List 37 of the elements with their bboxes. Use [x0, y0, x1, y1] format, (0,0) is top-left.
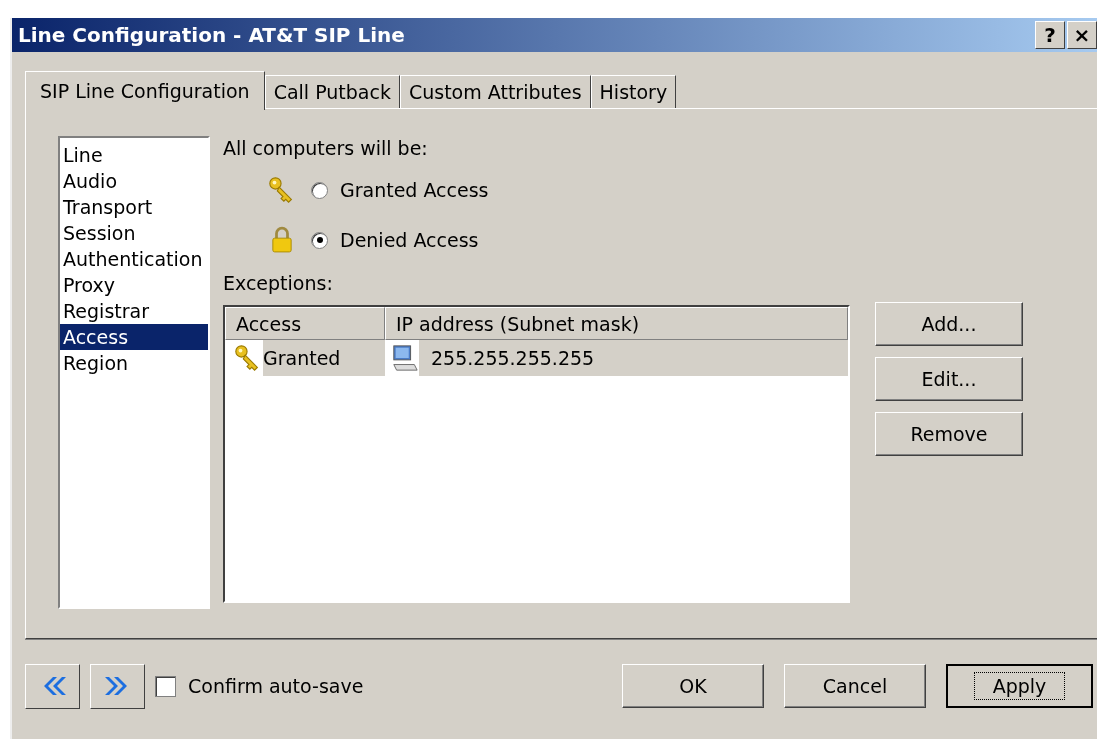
next-button[interactable]	[90, 663, 145, 709]
tab[interactable]: History	[590, 75, 677, 108]
list-item[interactable]: Transport	[60, 194, 208, 220]
close-button[interactable]: ×	[1067, 21, 1097, 49]
dialog-button[interactable]: Cancel	[784, 664, 926, 708]
dialog-button[interactable]: Apply	[946, 664, 1093, 708]
tab[interactable]: SIP Line Configuration	[25, 71, 265, 110]
list-item[interactable]: Registrar	[60, 298, 208, 324]
dialog-button[interactable]: OK	[622, 664, 764, 708]
checkbox[interactable]	[155, 675, 176, 697]
lock-icon	[271, 226, 293, 254]
window-title: Line Configuration - AT&T SIP Line	[18, 23, 406, 47]
list-item[interactable]: Region	[60, 350, 208, 376]
action-button[interactable]: Remove	[875, 412, 1023, 456]
table-cell: 255.255.255.255	[419, 340, 848, 376]
list-item[interactable]: Session	[60, 220, 208, 246]
list-item[interactable]: Access	[60, 324, 208, 350]
exceptions-label: Exceptions:	[223, 271, 334, 295]
table-cell: Granted	[263, 340, 385, 376]
list-item[interactable]: Authentication	[60, 246, 208, 272]
radio-label[interactable]: Granted Access	[340, 178, 489, 202]
action-button[interactable]: Edit...	[875, 357, 1023, 401]
radio-button[interactable]	[311, 181, 328, 199]
tab[interactable]: Call Putback	[264, 75, 400, 108]
list-item[interactable]: Line	[60, 142, 208, 168]
list-item[interactable]: Proxy	[60, 272, 208, 298]
radio-button[interactable]	[311, 231, 328, 249]
column-header[interactable]: Access	[225, 307, 385, 340]
help-button[interactable]: ?	[1035, 21, 1065, 49]
access-label: All computers will be:	[223, 136, 429, 160]
action-button[interactable]: Add...	[875, 302, 1023, 346]
column-header[interactable]: IP address (Subnet mask)	[385, 307, 848, 340]
tab[interactable]: Custom Attributes	[399, 75, 591, 108]
checkbox-label[interactable]: Confirm auto-save	[188, 675, 622, 697]
previous-button[interactable]	[25, 663, 80, 709]
radio-label[interactable]: Denied Access	[340, 228, 479, 252]
list-item[interactable]: Audio	[60, 168, 208, 194]
